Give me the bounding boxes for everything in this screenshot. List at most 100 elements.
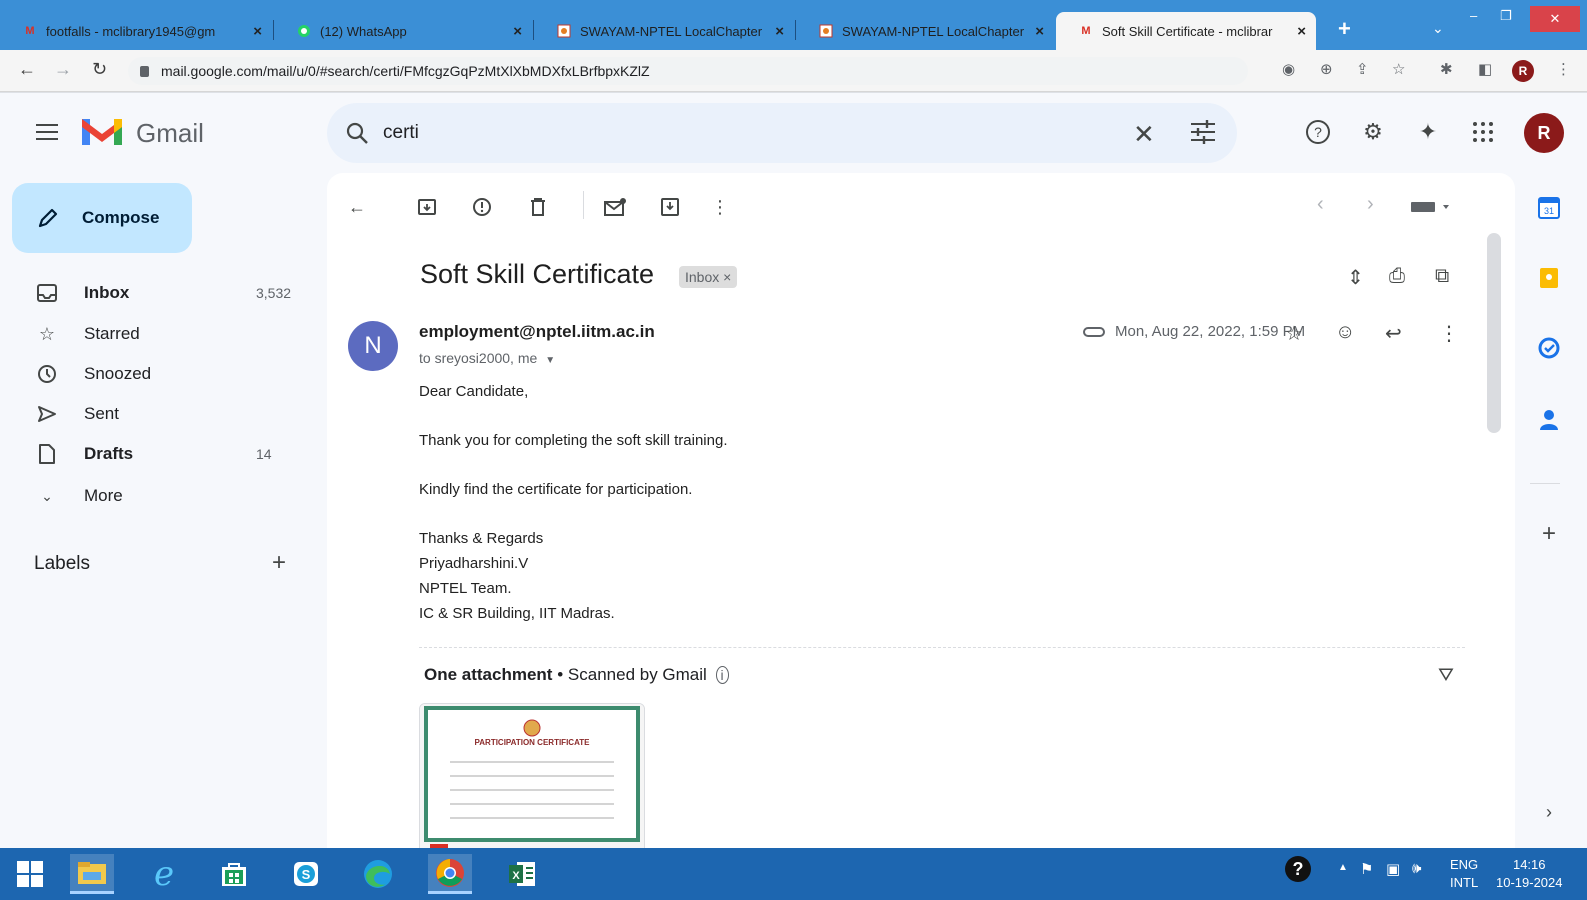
browser-profile-avatar[interactable]: R [1512, 60, 1534, 82]
account-avatar[interactable]: R [1524, 113, 1564, 153]
address-bar[interactable]: mail.google.com/mail/u/0/#search/certi/F… [128, 57, 1248, 85]
edge-icon[interactable] [356, 854, 400, 894]
gmail-favicon-icon: M [25, 25, 35, 37]
excel-icon[interactable]: X [500, 854, 544, 894]
close-tab-icon[interactable]: × [775, 23, 784, 40]
settings-gear-icon[interactable]: ⚙ [1358, 117, 1388, 147]
delete-icon[interactable] [526, 195, 550, 219]
action-center-flag-icon[interactable]: ⚑ [1360, 860, 1373, 878]
calendar-icon[interactable]: 31 [1536, 195, 1562, 221]
back-arrow-icon[interactable]: ← [18, 59, 36, 80]
volume-icon[interactable]: 🕪 [1412, 860, 1421, 877]
keep-icon[interactable] [1536, 265, 1562, 291]
attachment-thumbnail[interactable]: PARTICIPATION CERTIFICATE [419, 703, 645, 848]
inbox-label-chip[interactable]: Inbox × [679, 266, 738, 288]
main-menu-icon[interactable] [36, 124, 58, 145]
open-new-window-icon[interactable]: ⧉ [1435, 265, 1449, 288]
newer-chevron-icon[interactable]: ‹ [1317, 193, 1324, 216]
restore-icon[interactable]: ❐ [1500, 8, 1512, 24]
older-chevron-icon[interactable]: › [1367, 193, 1374, 216]
forward-arrow-icon[interactable]: → [54, 59, 72, 80]
close-tab-icon[interactable]: × [513, 23, 522, 40]
reply-icon[interactable]: ↩ [1385, 321, 1402, 346]
close-tab-icon[interactable]: × [1297, 23, 1306, 40]
caret-down-icon[interactable]: ▼ [545, 355, 555, 366]
compose-button[interactable]: Compose [12, 183, 192, 253]
back-to-search-icon[interactable]: ← [345, 195, 369, 219]
show-hidden-icons-icon[interactable]: ▲ [1338, 862, 1348, 873]
zoom-icon[interactable]: ⊕ [1320, 60, 1333, 78]
reload-icon[interactable]: ↻ [92, 59, 107, 80]
clear-search-icon[interactable]: ✕ [1133, 119, 1155, 150]
star-icon[interactable]: ☆ [1285, 321, 1303, 346]
tab-swayam-1[interactable]: SWAYAM-NPTEL LocalChapter × [534, 12, 794, 50]
search-icon[interactable] [345, 121, 369, 145]
eye-icon[interactable]: ◉ [1282, 60, 1295, 78]
more-options-icon[interactable]: ⋮ [708, 195, 732, 219]
add-addon-icon[interactable]: + [1536, 520, 1562, 547]
share-icon[interactable]: ⇪ [1356, 60, 1369, 78]
add-label-icon[interactable]: + [272, 549, 286, 577]
show-side-panel-icon[interactable]: › [1536, 799, 1562, 825]
gemini-sparkle-icon[interactable]: ✦ [1413, 117, 1443, 147]
minimize-icon[interactable]: – [1470, 8, 1477, 23]
search-options-icon[interactable] [1189, 119, 1217, 145]
tab-footfalls[interactable]: M footfalls - mclibrary1945@gm × [0, 12, 272, 50]
tab-whatsapp[interactable]: (12) WhatsApp × [274, 12, 532, 50]
info-icon[interactable]: i [715, 666, 729, 684]
sender-address[interactable]: employment@nptel.iitm.ac.in [419, 322, 655, 342]
archive-icon[interactable] [415, 195, 439, 219]
skype-icon[interactable]: S [284, 854, 328, 894]
new-tab-button[interactable]: + [1338, 16, 1351, 42]
sidebar-item-drafts[interactable]: Drafts 14 [0, 434, 310, 474]
sidebar-item-sent[interactable]: Sent [0, 394, 310, 434]
system-clock[interactable]: 14:16 10-19-2024 [1496, 856, 1563, 892]
mark-unread-icon[interactable] [603, 195, 627, 219]
window-close-icon[interactable]: ✕ [1530, 6, 1580, 32]
search-bar[interactable]: ✕ [327, 103, 1237, 163]
input-language[interactable]: ENG INTL [1450, 856, 1478, 892]
side-panel-icon[interactable]: ◧ [1478, 60, 1492, 78]
store-icon[interactable] [212, 854, 256, 894]
sidebar-item-snoozed[interactable]: Snoozed [0, 354, 310, 394]
body-line: Thank you for completing the soft skill … [419, 432, 728, 449]
tab-soft-skill-certificate[interactable]: M Soft Skill Certificate - mclibrar × [1056, 12, 1316, 50]
tab-search-chevron-icon[interactable]: ⌄ [1432, 20, 1444, 37]
sidebar-item-more[interactable]: ⌄ More [0, 476, 310, 516]
expand-all-icon[interactable]: ⇕ [1347, 265, 1364, 290]
internet-explorer-icon[interactable]: e [142, 854, 186, 894]
message-more-icon[interactable]: ⋮ [1439, 321, 1459, 346]
extensions-icon[interactable]: ✱ [1440, 60, 1453, 78]
sidebar-item-inbox[interactable]: Inbox 3,532 [0, 273, 310, 313]
svg-text:31: 31 [1544, 206, 1554, 216]
emoji-reaction-icon[interactable]: ☺ [1335, 321, 1355, 344]
gmail-app: Gmail ✕ ? ⚙ ✦ R Compose Inbox 3,532 ☆ St… [0, 93, 1587, 848]
report-spam-icon[interactable] [470, 195, 494, 219]
help-icon[interactable]: ? [1303, 117, 1333, 147]
apps-grid-icon[interactable] [1468, 117, 1498, 147]
contacts-icon[interactable] [1536, 407, 1562, 433]
draft-count: 14 [256, 446, 272, 462]
tasks-icon[interactable] [1536, 335, 1562, 361]
message-scrollbar[interactable] [1487, 233, 1501, 433]
recipients[interactable]: to sreyosi2000, me ▼ [419, 350, 555, 366]
move-to-icon[interactable] [658, 195, 682, 219]
network-icon[interactable]: ▣ [1386, 860, 1400, 878]
search-input[interactable] [383, 117, 1083, 149]
input-tools-icon[interactable] [1409, 195, 1453, 219]
tab-swayam-2[interactable]: SWAYAM-NPTEL LocalChapter × [796, 12, 1054, 50]
close-tab-icon[interactable]: × [1035, 23, 1044, 40]
compose-label: Compose [82, 208, 160, 227]
chrome-menu-icon[interactable]: ⋮ [1556, 60, 1571, 78]
sidebar-item-starred[interactable]: ☆ Starred [0, 314, 310, 354]
add-to-drive-icon[interactable]: ⛛ [1438, 665, 1454, 687]
print-icon[interactable]: ⎙ [1389, 265, 1405, 288]
windows-start-icon[interactable] [8, 854, 52, 894]
help-tray-icon[interactable]: ? [1283, 854, 1313, 887]
chrome-icon[interactable] [428, 854, 472, 894]
sidebar-item-label: More [84, 486, 123, 505]
close-tab-icon[interactable]: × [253, 23, 262, 40]
bookmark-star-icon[interactable]: ☆ [1392, 60, 1405, 78]
bullet-separator: • [557, 665, 568, 684]
file-explorer-icon[interactable] [70, 854, 114, 894]
